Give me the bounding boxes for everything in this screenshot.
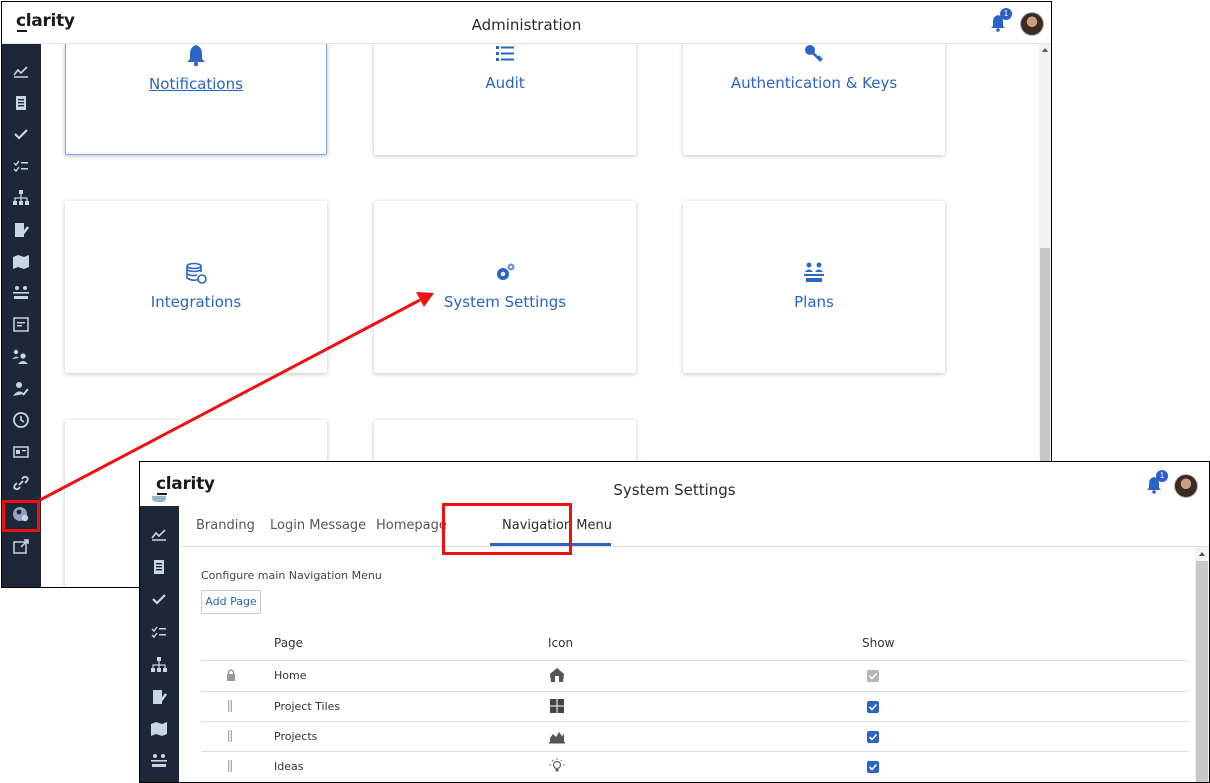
cards-icon[interactable]: [11, 443, 31, 461]
system-settings-window: clarity System Settings 1 Branding Login…: [139, 461, 1210, 783]
add-page-button[interactable]: Add Page: [201, 590, 261, 614]
database-sync-icon: [65, 261, 327, 290]
scrollbar[interactable]: [1195, 547, 1209, 782]
notifications-bell-icon[interactable]: 1: [990, 8, 1012, 32]
show-checkbox[interactable]: [867, 670, 879, 682]
tile-label: Integrations: [150, 293, 242, 311]
gears-icon: [374, 261, 636, 290]
tab-homepage[interactable]: Homepage: [376, 518, 447, 533]
scrollbar-thumb[interactable]: [1196, 561, 1208, 782]
tile-label: Authentication & Keys: [730, 74, 898, 92]
table-row[interactable]: Home: [201, 661, 1189, 691]
hierarchy-icon[interactable]: [149, 656, 169, 674]
clipboard-icon[interactable]: [149, 558, 169, 576]
tab-branding[interactable]: Branding: [196, 518, 255, 533]
list-icon: [374, 42, 636, 71]
notification-count-badge: 1: [1000, 8, 1012, 20]
table-row[interactable]: Projects: [201, 722, 1189, 752]
lock-icon: [227, 668, 235, 682]
settings-tabs: Branding Login Message Homepage Navigati…: [181, 506, 1209, 547]
user-avatar[interactable]: [1020, 12, 1044, 36]
lightbulb-icon: [549, 758, 565, 774]
external-link-icon[interactable]: [11, 538, 31, 556]
dashboard-icon[interactable]: [149, 492, 169, 514]
link-icon[interactable]: [11, 474, 31, 492]
show-checkbox[interactable]: [867, 761, 879, 773]
tile-label[interactable]: Notifications: [66, 75, 326, 93]
highlight-admin-settings: [2, 500, 40, 532]
scroll-up-arrow-icon[interactable]: [1199, 552, 1205, 556]
notifications-bell-icon[interactable]: 1: [1146, 470, 1168, 494]
user-avatar[interactable]: [1174, 474, 1198, 498]
page-title: Administration: [471, 16, 582, 34]
tile-label: System Settings: [443, 293, 567, 311]
top-bar: clarity System Settings 1: [140, 462, 1209, 506]
tab-login-message[interactable]: Login Message: [270, 518, 366, 533]
tile-label: Audit: [485, 74, 525, 92]
tile-system-settings[interactable]: System Settings: [374, 201, 636, 373]
notification-count-badge: 1: [1156, 470, 1168, 482]
column-header-icon[interactable]: Icon: [548, 636, 573, 650]
checklist-icon[interactable]: [149, 623, 169, 641]
check-icon[interactable]: [149, 590, 169, 608]
scroll-up-arrow-icon[interactable]: [1042, 48, 1048, 52]
key-icon: [683, 42, 945, 71]
map-icon[interactable]: [149, 720, 169, 738]
table-row[interactable]: Project Tiles: [201, 692, 1189, 722]
page-title: System Settings: [613, 481, 736, 499]
clipboard-icon[interactable]: [11, 94, 31, 112]
document-edit-icon[interactable]: [149, 688, 169, 706]
tiles-icon: [549, 698, 565, 714]
column-header-page[interactable]: Page: [274, 636, 303, 650]
team-icon[interactable]: [11, 347, 31, 365]
drag-handle-icon[interactable]: [227, 759, 233, 773]
section-description: Configure main Navigation Menu: [201, 569, 382, 582]
trend-icon[interactable]: [11, 63, 31, 81]
row-page-name: Projects: [274, 730, 318, 743]
tile-label: Plans: [794, 293, 834, 311]
people-plan-icon[interactable]: [149, 752, 169, 770]
home-icon: [549, 667, 565, 683]
trend-icon[interactable]: [149, 526, 169, 544]
hierarchy-icon[interactable]: [11, 189, 31, 207]
show-checkbox[interactable]: [867, 731, 879, 743]
column-header-show[interactable]: Show: [862, 636, 894, 650]
plans-icon: [683, 261, 945, 290]
highlight-navigation-menu-tab: [442, 503, 572, 555]
document-edit-icon[interactable]: [11, 221, 31, 239]
drag-handle-icon[interactable]: [227, 699, 233, 713]
row-page-name: Ideas: [274, 760, 304, 773]
people-plan-icon[interactable]: [11, 284, 31, 302]
show-checkbox[interactable]: [867, 701, 879, 713]
table-row[interactable]: Ideas: [201, 752, 1189, 782]
top-bar: clarity Administration 1: [2, 2, 1051, 44]
tile-plans[interactable]: Plans: [683, 201, 945, 373]
clock-icon[interactable]: [11, 411, 31, 429]
report-icon[interactable]: [11, 316, 31, 334]
checklist-icon[interactable]: [11, 157, 31, 175]
map-icon[interactable]: [11, 253, 31, 271]
row-page-name: Home: [274, 669, 307, 682]
row-page-name: Project Tiles: [274, 700, 341, 713]
sidebar: [140, 492, 179, 782]
bell-icon: [66, 43, 326, 72]
check-icon[interactable]: [11, 125, 31, 143]
projects-chart-icon: [549, 728, 565, 744]
drag-handle-icon[interactable]: [227, 729, 233, 743]
tile-integrations[interactable]: Integrations: [65, 201, 327, 373]
navigation-menu-panel: Configure main Navigation Menu Add Page …: [181, 547, 1195, 782]
user-edit-icon[interactable]: [11, 380, 31, 398]
